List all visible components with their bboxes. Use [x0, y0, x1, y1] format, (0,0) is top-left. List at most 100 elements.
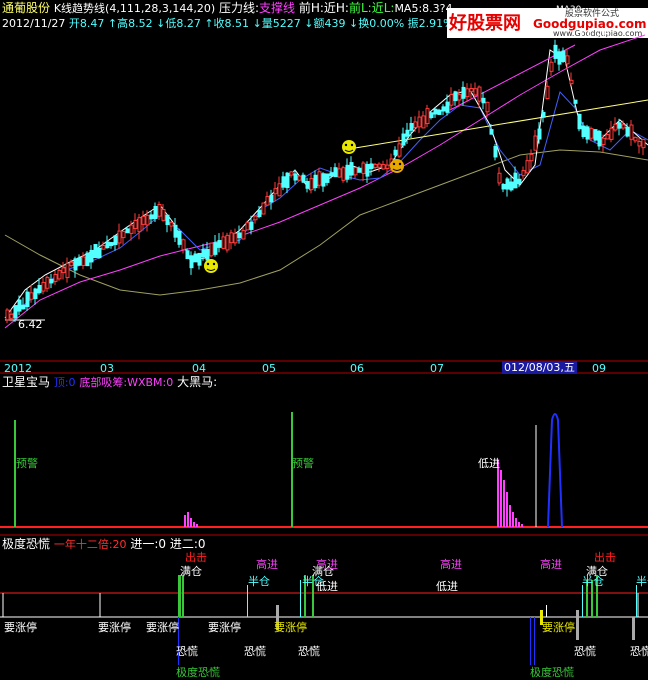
candle-body: [585, 126, 590, 140]
candle-body: [381, 164, 386, 170]
signal-bar: [636, 585, 637, 617]
signal-low-in: 低进: [436, 580, 458, 593]
candle-body: [537, 128, 542, 140]
candle-body: [469, 88, 474, 93]
signal-bar: [530, 617, 531, 665]
warning-label-1: 预警: [16, 457, 38, 470]
ma-olive-line: [4, 149, 648, 296]
candle-body: [525, 160, 530, 174]
candle-body: [137, 217, 142, 233]
candle-body: [529, 153, 534, 162]
signal-out: 出击: [185, 551, 207, 564]
candle-body: [637, 141, 642, 147]
candle-body: [353, 167, 358, 176]
candle-body: [513, 172, 518, 189]
time-axis-label: 09: [592, 362, 606, 375]
accumulation-bar: [190, 518, 192, 527]
signal-limit-up: 要涨停: [208, 621, 241, 634]
candle-body: [457, 94, 462, 101]
candle-body: [141, 215, 146, 225]
candle-body: [481, 97, 486, 104]
candle-body: [385, 164, 390, 169]
candlesticks[interactable]: [5, 39, 646, 324]
signal-panic: 恐慌: [298, 645, 320, 658]
ma30-label: MA30: [556, 5, 582, 15]
time-axis-label: 2012: [4, 362, 32, 375]
candle-body: [41, 281, 46, 292]
candle-body: [477, 86, 482, 102]
candle-body: [321, 173, 326, 187]
accumulation-bar: [515, 518, 517, 527]
signal-bar: [182, 575, 184, 617]
candle-body: [369, 163, 374, 170]
candle-body: [441, 106, 446, 112]
candle-body: [185, 250, 190, 260]
panel3-name[interactable]: 极度恐慌: [2, 537, 50, 551]
candle-body: [229, 232, 234, 244]
candle-body: [437, 109, 442, 115]
candle-body: [253, 215, 258, 221]
signal-half: 半仓: [248, 575, 270, 588]
accumulation-bar: [503, 480, 505, 527]
accumulation-bar: [506, 492, 508, 527]
signal-bar: [247, 585, 248, 617]
candle-body: [497, 172, 502, 184]
candle-body: [237, 232, 242, 239]
candle-body: [409, 122, 414, 131]
candle-body: [305, 181, 310, 189]
signal-bar: [534, 617, 535, 665]
candle-body: [213, 242, 218, 255]
time-axis-label: 05: [262, 362, 276, 375]
candle-body: [589, 128, 594, 139]
candle-body: [53, 274, 58, 282]
candle-body: [201, 249, 206, 258]
candle-body: [293, 173, 298, 181]
candle-body: [569, 79, 574, 85]
signal-limit-up: 要涨停: [146, 621, 179, 634]
smiley-marker-1: [342, 140, 356, 154]
candle-body: [377, 163, 382, 168]
accumulation-bar: [509, 505, 511, 527]
candle-body: [397, 143, 402, 157]
time-axis-label: 03: [100, 362, 114, 375]
candle-body: [485, 101, 490, 113]
candle-body: [17, 299, 22, 312]
candle-body: [173, 224, 178, 238]
accumulation-bar: [196, 524, 198, 527]
accumulation-bar: [184, 515, 186, 527]
candle-body: [449, 94, 454, 106]
signal-bar: [632, 617, 635, 640]
price-max-label: 11.28: [578, 28, 610, 41]
candle-body: [489, 129, 494, 135]
candle-body: [461, 86, 466, 99]
signal-full: 满仓: [180, 565, 202, 578]
candle-body: [465, 88, 470, 98]
candle-body: [505, 178, 510, 190]
candle-body: [361, 162, 366, 175]
candle-body: [357, 167, 362, 173]
candle-body: [217, 240, 222, 248]
candle-body: [633, 136, 638, 142]
candle-body: [301, 174, 306, 183]
panel2-name[interactable]: 卫星宝马: [2, 375, 50, 389]
candle-body: [65, 262, 70, 279]
kline-chart[interactable]: [0, 0, 648, 680]
candle-body: [149, 214, 154, 220]
candle-body: [257, 210, 262, 217]
candle-body: [169, 222, 174, 227]
candle-body: [113, 235, 118, 246]
candle-body: [345, 164, 350, 180]
candle-body: [545, 85, 550, 100]
candle-body: [33, 288, 38, 300]
candle-body: [325, 173, 330, 183]
candle-body: [373, 163, 378, 169]
candle-body: [181, 239, 186, 251]
candle-body: [277, 183, 282, 197]
candle-body: [49, 278, 54, 284]
signal-extreme-panic: 极度恐慌: [530, 666, 574, 679]
candle-body: [597, 130, 602, 147]
candle-body: [61, 267, 66, 274]
signal-panic: 恐慌: [574, 645, 596, 658]
candle-body: [509, 181, 514, 191]
candle-body: [313, 174, 318, 189]
